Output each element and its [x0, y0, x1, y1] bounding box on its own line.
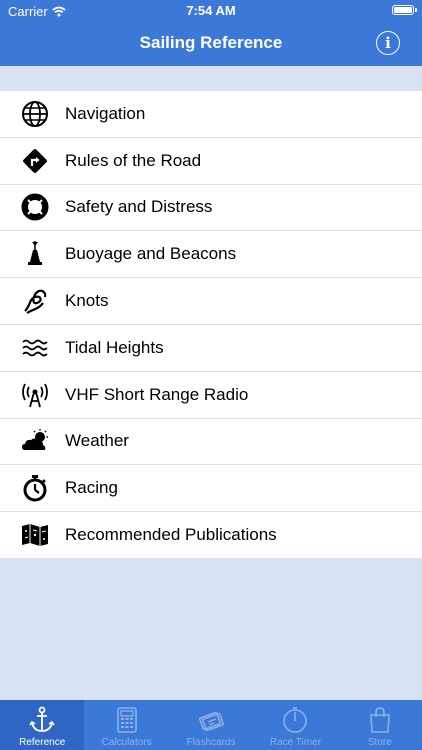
list-item-weather[interactable]: Weather	[0, 419, 422, 466]
tab-bar: Reference Calculators Flashcards Race Ti…	[0, 700, 422, 750]
battery-icon	[392, 5, 417, 15]
bag-icon	[369, 707, 390, 733]
list-item-knots[interactable]: Knots	[0, 278, 422, 325]
map-icon	[20, 520, 50, 550]
timer-icon	[283, 707, 308, 733]
list-item-vhf-short-range-radio[interactable]: VHF Short Range Radio	[0, 372, 422, 419]
tab-label: Flashcards	[186, 737, 236, 748]
flashcards-icon	[198, 711, 225, 732]
list-item-label: Tidal Heights	[65, 337, 164, 357]
tab-store[interactable]: Store	[338, 700, 422, 750]
list-item-label: Safety and Distress	[65, 197, 213, 217]
list-item-label: Weather	[65, 431, 129, 451]
tab-flashcards[interactable]: Flashcards	[169, 700, 253, 750]
list-item-racing[interactable]: Racing	[0, 465, 422, 513]
list-item-label: VHF Short Range Radio	[65, 384, 249, 404]
list-item-label: Buoyage and Beacons	[65, 244, 237, 264]
antenna-icon	[20, 380, 50, 410]
stopwatch-icon	[20, 473, 50, 503]
road-sign-icon	[20, 146, 50, 176]
calculator-icon	[116, 707, 137, 733]
page-title: Sailing Reference	[139, 33, 283, 52]
tab-reference[interactable]: Reference	[0, 700, 85, 750]
info-button[interactable]: i	[376, 31, 400, 55]
globe-icon	[20, 99, 50, 129]
tab-label: Store	[367, 737, 392, 748]
cloud-sun-icon	[20, 426, 50, 456]
list-item-rules-of-the-road[interactable]: Rules of the Road	[0, 138, 422, 185]
tab-label: Race Timer	[269, 737, 321, 748]
list-item-tidal-heights[interactable]: Tidal Heights	[0, 325, 422, 372]
list-item-recommended-publications[interactable]: Recommended Publications	[0, 512, 422, 558]
list-item-navigation[interactable]: Navigation	[0, 91, 422, 138]
lifebuoy-icon	[20, 192, 50, 222]
anchor-icon	[29, 706, 55, 732]
buoy-icon	[20, 239, 50, 269]
tab-race-timer[interactable]: Race Timer	[253, 700, 337, 750]
status-bar: Carrier 7:54 AM	[0, 0, 422, 22]
list-item-label: Recommended Publications	[65, 525, 277, 545]
list-item-buoyage-and-beacons[interactable]: Buoyage and Beacons	[0, 231, 422, 279]
knot-icon	[20, 286, 50, 316]
tab-calculators[interactable]: Calculators	[84, 700, 168, 750]
navigation-bar: Carrier 7:54 AM Sailing Reference i	[0, 0, 422, 66]
tab-label: Reference	[19, 737, 66, 748]
list-item-safety-and-distress[interactable]: Safety and Distress	[0, 185, 422, 232]
status-time: 7:54 AM	[186, 3, 236, 18]
list-item-label: Rules of the Road	[65, 150, 202, 170]
list-item-label: Knots	[65, 291, 109, 311]
reference-list: Navigation Rules of the Road Safety and …	[0, 91, 422, 558]
tab-label: Calculators	[101, 737, 152, 748]
list-item-label: Navigation	[65, 103, 146, 123]
info-icon: i	[385, 34, 391, 52]
waves-icon	[20, 333, 50, 363]
list-item-label: Racing	[65, 478, 118, 498]
